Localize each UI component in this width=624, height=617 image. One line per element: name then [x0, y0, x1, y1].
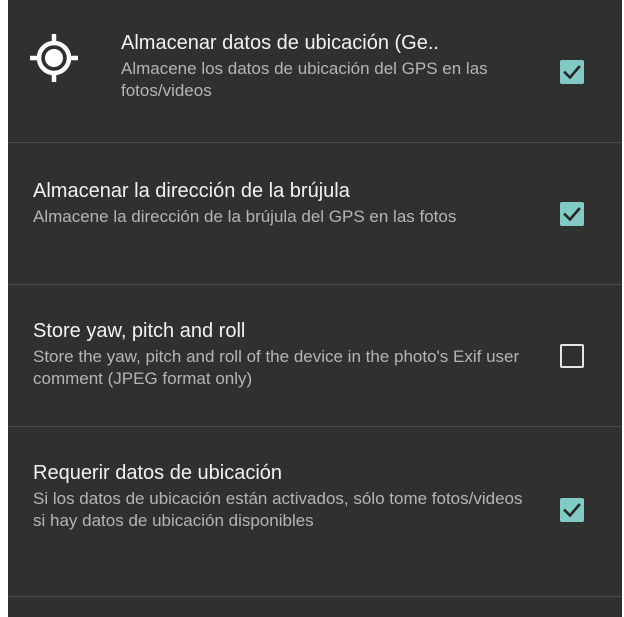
checkmark-icon [563, 65, 581, 80]
setting-title: Store yaw, pitch and roll [33, 320, 246, 342]
setting-title: Almacenar la dirección de la brújula [33, 180, 350, 202]
store-location-checkbox[interactable] [560, 60, 584, 84]
setting-store-compass-direction[interactable]: Almacenar la dirección de la brújula Alm… [8, 143, 622, 285]
setting-require-location[interactable]: Requerir datos de ubicación Si los datos… [8, 427, 622, 597]
setting-store-yaw-pitch-roll[interactable]: Store yaw, pitch and roll Store the yaw,… [8, 285, 622, 427]
setting-summary: Almacene la dirección de la brújula del … [33, 207, 457, 226]
settings-list: Almacenar datos de ubicación (Ge.. Almac… [8, 0, 622, 617]
setting-summary: Store the yaw, pitch and roll of the dev… [33, 347, 520, 388]
setting-title: Requerir datos de ubicación [33, 462, 283, 484]
setting-store-location[interactable]: Almacenar datos de ubicación (Ge.. Almac… [8, 0, 622, 143]
checkmark-icon [563, 503, 581, 518]
store-compass-direction-checkbox[interactable] [560, 202, 584, 226]
setting-title: Almacenar datos de ubicación (Ge.. [121, 32, 439, 54]
checkmark-icon [563, 207, 581, 222]
gps-target-icon [28, 32, 80, 84]
setting-summary: Si los datos de ubicación están activado… [33, 489, 523, 530]
store-yaw-pitch-roll-checkbox[interactable] [560, 344, 584, 368]
require-location-checkbox[interactable] [560, 498, 584, 522]
setting-summary: Almacene los datos de ubicación del GPS … [121, 59, 488, 100]
